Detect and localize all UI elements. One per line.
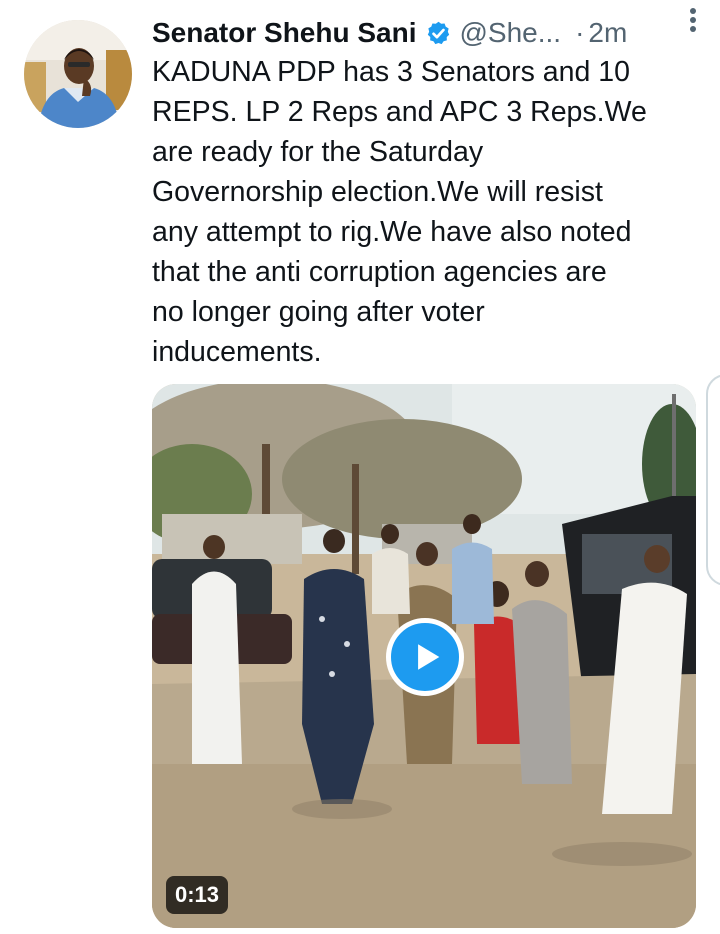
play-button[interactable] <box>386 618 464 696</box>
verified-badge-icon <box>427 21 449 44</box>
author-handle[interactable]: @She... <box>460 14 562 52</box>
header-separator: · <box>575 17 585 48</box>
next-media-card[interactable] <box>706 374 720 586</box>
tweet-header: Senator Shehu Sani @She... · 2m <box>152 14 700 52</box>
video-media[interactable]: 0:13 <box>152 384 696 928</box>
video-duration: 0:13 <box>166 876 229 914</box>
tweet-timestamp[interactable]: 2m <box>588 14 627 52</box>
play-icon <box>418 644 440 670</box>
more-vertical-icon[interactable] <box>682 6 704 34</box>
avatar[interactable] <box>24 20 132 128</box>
tweet-card[interactable]: Senator Shehu Sani @She... · 2m KADUNA P… <box>0 0 720 934</box>
avatar-photo <box>24 20 132 128</box>
tweet-text: KADUNA PDP has 3 Senators and 10 REPS. L… <box>152 56 647 368</box>
author-name[interactable]: Senator Shehu Sani <box>152 14 417 52</box>
